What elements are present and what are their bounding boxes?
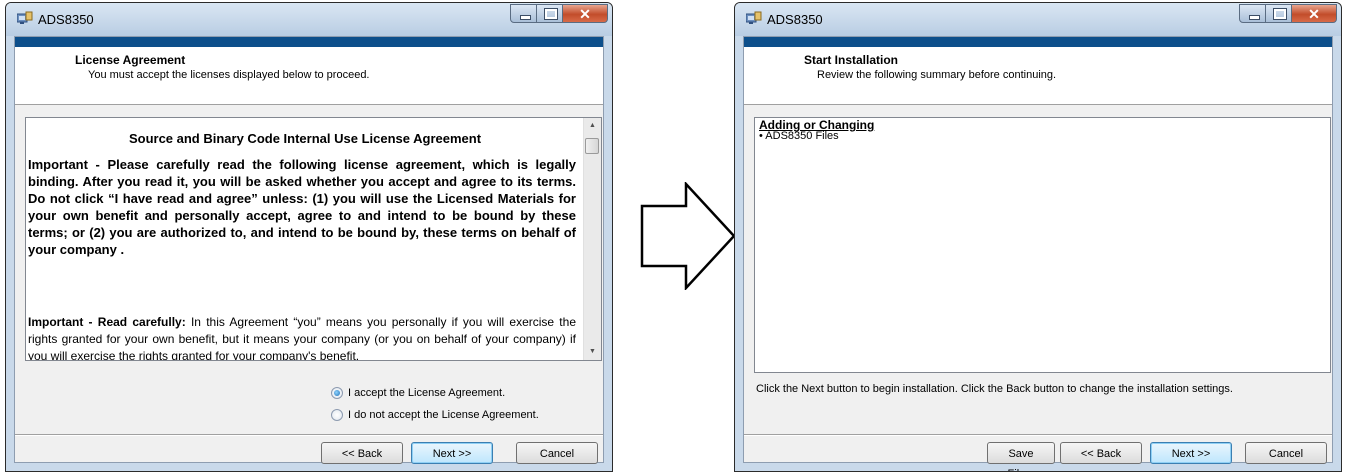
next-button[interactable]: Next >>	[411, 442, 493, 464]
decline-radio-option[interactable]: I do not accept the License Agreement.	[331, 407, 539, 423]
maximize-icon	[1273, 8, 1287, 20]
footer-divider	[744, 434, 1332, 436]
title-bar[interactable]: ADS8350 ✕	[735, 3, 1341, 36]
back-button[interactable]: << Back	[321, 442, 403, 464]
cancel-button[interactable]: Cancel	[1245, 442, 1327, 464]
installer-app-icon	[17, 11, 33, 24]
page-title: Start Installation	[804, 53, 899, 67]
accept-radio-option[interactable]: I accept the License Agreement.	[331, 385, 505, 401]
license-paragraph-2: Important - Read carefully: In this Agre…	[28, 314, 576, 360]
license-scrollbar[interactable]: ▲ ▼	[583, 118, 601, 360]
close-button[interactable]: ✕	[1292, 4, 1337, 23]
summary-item: • ADS8350 Files	[759, 130, 839, 142]
title-bar[interactable]: ADS8350 ✕	[6, 3, 612, 36]
maximize-button[interactable]	[1266, 4, 1292, 23]
dialog-body: License Agreement You must accept the li…	[14, 36, 604, 464]
minimize-button[interactable]	[1239, 4, 1266, 23]
dialog-body: Start Installation Review the following …	[743, 36, 1333, 471]
accept-radio[interactable]	[331, 387, 343, 399]
maximize-button[interactable]	[537, 4, 563, 23]
installer-app-icon	[746, 11, 762, 24]
close-icon: ✕	[579, 6, 591, 22]
close-button[interactable]: ✕	[563, 4, 608, 23]
minimize-icon	[520, 15, 531, 20]
license-title: Source and Binary Code Internal Use Lice…	[128, 131, 482, 146]
page-header: Start Installation Review the following …	[744, 47, 1332, 105]
right-arrow-icon	[640, 182, 736, 290]
cancel-button[interactable]: Cancel	[516, 442, 598, 464]
close-icon: ✕	[1308, 6, 1320, 22]
window-title: ADS8350	[767, 12, 823, 27]
license-paragraph-1: Important - Please carefully read the fo…	[28, 157, 576, 257]
page-subtitle: Review the following summary before cont…	[817, 69, 1057, 81]
page-header: License Agreement You must accept the li…	[15, 47, 603, 105]
header-band	[744, 37, 1332, 47]
footer-divider	[15, 434, 603, 436]
start-installation-window: ADS8350 ✕ Start Installation Review the …	[734, 2, 1342, 472]
scrollbar-thumb[interactable]	[585, 138, 599, 154]
maximize-icon	[544, 8, 558, 20]
minimize-icon	[1249, 15, 1260, 20]
save-file-button[interactable]: Save File...	[987, 442, 1055, 471]
page-subtitle: You must accept the licenses displayed b…	[88, 69, 370, 81]
license-agreement-window: ADS8350 ✕ License Agreement You must acc…	[5, 2, 613, 472]
radio-selected-dot	[334, 390, 340, 396]
instructions-text: Click the Next button to begin installat…	[756, 383, 1233, 395]
caption-buttons: ✕	[510, 4, 608, 23]
decline-radio[interactable]	[331, 409, 343, 421]
scroll-up-icon[interactable]: ▲	[584, 118, 601, 134]
minimize-button[interactable]	[510, 4, 537, 23]
decline-radio-label[interactable]: I do not accept the License Agreement.	[348, 409, 539, 421]
accept-radio-label[interactable]: I accept the License Agreement.	[348, 387, 505, 399]
header-band	[15, 37, 603, 47]
page-title: License Agreement	[75, 53, 186, 67]
window-title: ADS8350	[38, 12, 94, 27]
back-button[interactable]: << Back	[1060, 442, 1142, 464]
caption-buttons: ✕	[1239, 4, 1337, 23]
license-content: Source and Binary Code Internal Use Lice…	[26, 118, 584, 360]
license-text-box[interactable]: Source and Binary Code Internal Use Lice…	[25, 117, 602, 361]
next-button[interactable]: Next >>	[1150, 442, 1232, 464]
scroll-down-icon[interactable]: ▼	[584, 344, 601, 360]
license-paragraph-2-lead: Important - Read carefully:	[28, 315, 186, 329]
installation-summary-box[interactable]: Adding or Changing • ADS8350 Files	[754, 117, 1331, 373]
